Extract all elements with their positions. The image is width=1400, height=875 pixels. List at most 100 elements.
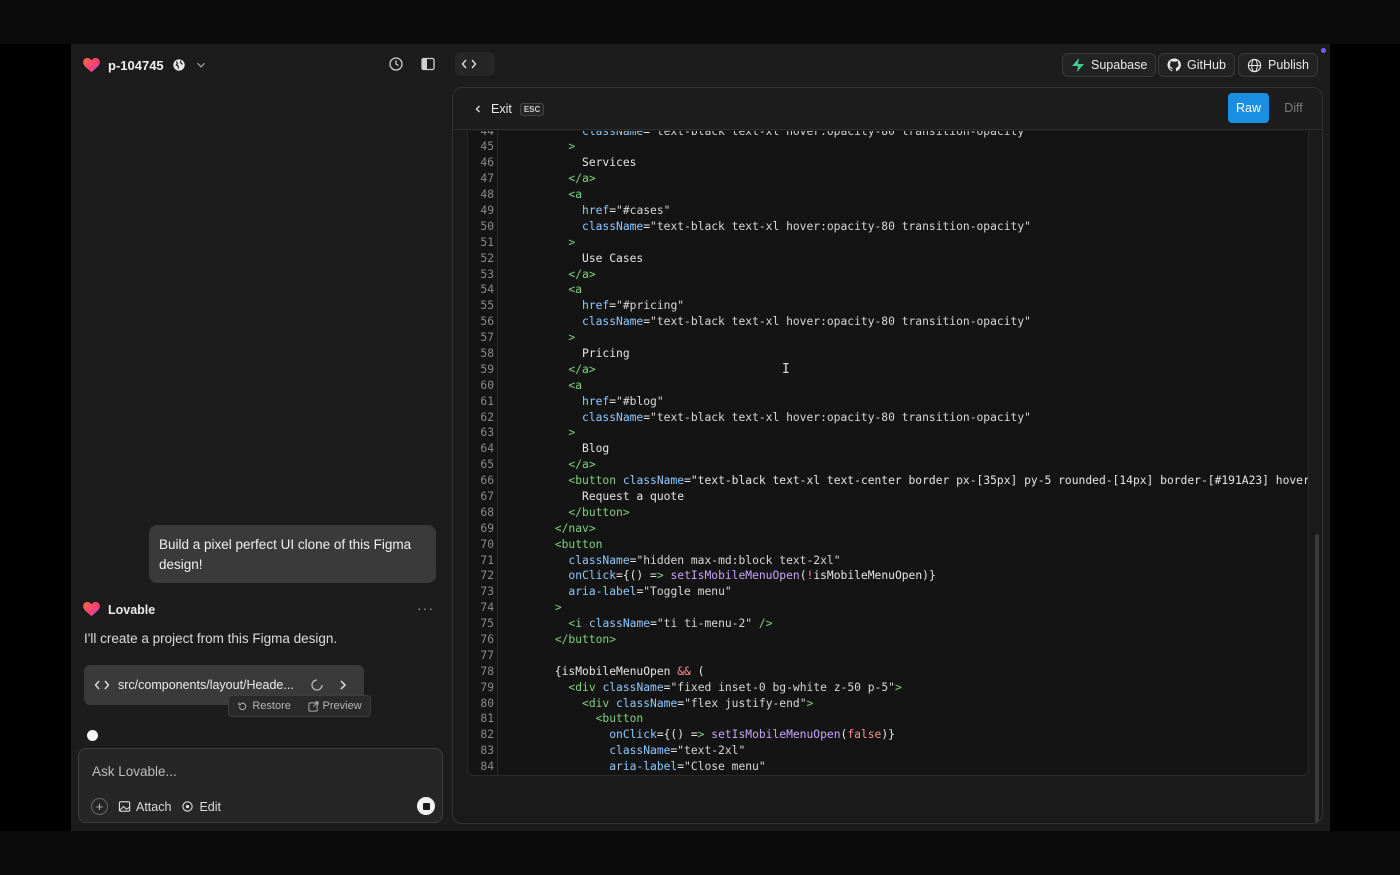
line-number: 48 [480, 188, 494, 202]
line-code: <a [568, 283, 583, 297]
line-number: 46 [480, 156, 494, 170]
line-code: href="#blog" [582, 394, 664, 408]
message-more-button[interactable]: ··· [417, 600, 434, 616]
line-code: aria-label="Toggle menu" [568, 585, 732, 599]
line-number: 63 [480, 426, 494, 440]
line-code: onClick={() => setIsMobileMenuOpen(false… [609, 728, 895, 742]
code-editor[interactable]: 44 className="text-black text-xl hover:o… [467, 131, 1309, 776]
code-view-toggle[interactable] [455, 52, 495, 76]
plus-icon[interactable]: + [91, 798, 108, 815]
code-line: 83 className="text-2xl" [468, 743, 1308, 759]
project-name: p-104745 [108, 57, 164, 73]
code-line: 80 <div className="flex justify-end"> [468, 696, 1308, 712]
line-number: 83 [480, 744, 494, 758]
line-number: 45 [480, 140, 494, 154]
code-line: 46 Services [468, 155, 1308, 171]
project-selector[interactable]: p-104745 [83, 56, 208, 74]
code-line: 76 </button> [468, 632, 1308, 648]
stop-button[interactable] [417, 797, 435, 815]
line-number: 73 [480, 585, 494, 599]
github-button[interactable]: GitHub [1158, 53, 1235, 77]
publish-button[interactable]: Publish [1238, 53, 1318, 77]
code-line: 56 className="text-black text-xl hover:o… [468, 314, 1308, 330]
code-line: 48 <a [468, 187, 1308, 203]
line-number: 80 [480, 696, 494, 710]
publish-label: Publish [1268, 58, 1309, 72]
screen-top-border [0, 0, 1400, 44]
line-number: 69 [480, 521, 494, 535]
code-line: 71 className="hidden max-md:block text-2… [468, 553, 1308, 569]
line-number: 60 [480, 378, 494, 392]
restore-action[interactable]: Restore [237, 700, 291, 712]
file-card-tooltip: Restore Preview [228, 695, 371, 717]
history-icon[interactable] [388, 56, 404, 72]
code-line: 61 href="#blog" [468, 394, 1308, 410]
notification-dot [1321, 48, 1326, 53]
code-line: 57 > [468, 330, 1308, 346]
diff-tab[interactable]: Diff [1275, 93, 1312, 123]
line-number: 52 [480, 251, 494, 265]
line-number: 50 [480, 219, 494, 233]
line-number: 76 [480, 633, 494, 646]
editor-scrollbar[interactable] [1315, 534, 1319, 823]
line-code: </a> [568, 267, 596, 281]
code-line: 81 <button [468, 711, 1308, 727]
supabase-label: Supabase [1091, 58, 1148, 72]
raw-tab[interactable]: Raw [1228, 93, 1269, 123]
line-code: className="text-black text-xl hover:opac… [582, 315, 1031, 329]
chat-composer[interactable]: Ask Lovable... + Attach Edit [78, 748, 443, 823]
code-line: 75 <i className="ti ti-menu-2" /> [468, 616, 1308, 632]
code-line: 69 </nav> [468, 521, 1308, 537]
github-label: GitHub [1187, 58, 1226, 72]
line-number: 82 [480, 728, 494, 742]
line-code: <div className="fixed inset-0 bg-white z… [568, 680, 902, 694]
line-code: <a [568, 188, 583, 202]
line-code: </nav> [554, 521, 596, 535]
edit-label: Edit [199, 799, 221, 814]
exit-button[interactable]: Exit ESC [473, 102, 545, 116]
line-number: 84 [480, 760, 494, 774]
code-line: 66 <button className="text-black text-xl… [468, 473, 1308, 489]
code-line: 82 onClick={() => setIsMobileMenuOpen(fa… [468, 727, 1308, 743]
preview-icon [307, 700, 319, 712]
composer-tools: + Attach Edit [91, 798, 221, 815]
code-line: 65 </a> [468, 457, 1308, 473]
line-code: Pricing [514, 346, 630, 360]
chat-input[interactable]: Ask Lovable... [92, 764, 177, 779]
supabase-button[interactable]: Supabase [1062, 53, 1157, 77]
line-number: 77 [480, 648, 494, 662]
exit-label: Exit [491, 102, 512, 116]
line-number: 56 [480, 315, 494, 329]
line-code: </a> [568, 362, 596, 376]
attach-button[interactable]: Attach [118, 800, 171, 814]
line-number: 78 [480, 664, 494, 678]
supabase-icon [1072, 58, 1084, 72]
line-code: {isMobileMenuOpen && ( [514, 664, 705, 678]
chevron-right-icon[interactable] [332, 678, 354, 692]
github-icon [1167, 58, 1181, 72]
preview-action[interactable]: Preview [307, 700, 362, 712]
assistant-name: Lovable [108, 602, 156, 617]
line-code: Blog [514, 442, 610, 456]
code-line: 79 <div className="fixed inset-0 bg-whit… [468, 680, 1308, 696]
line-number: 67 [480, 489, 494, 503]
edit-button[interactable]: Edit [181, 800, 221, 814]
line-code: aria-label="Close menu" [609, 760, 766, 774]
line-code: > [554, 601, 562, 615]
line-number: 49 [480, 203, 494, 217]
esc-shortcut: ESC [519, 102, 545, 116]
heart-logo-icon [83, 57, 100, 72]
text-cursor: I [782, 362, 790, 377]
code-line: 72 onClick={() => setIsMobileMenuOpen(!i… [468, 568, 1308, 584]
line-code: <button [554, 537, 603, 551]
line-number: 44 [480, 131, 494, 138]
edit-target-icon [182, 801, 194, 812]
line-number: 57 [480, 331, 494, 345]
code-line: 74 > [468, 600, 1308, 616]
assistant-message: I'll create a project from this Figma de… [84, 631, 338, 646]
line-code: </button> [568, 505, 630, 519]
stop-icon [422, 802, 430, 810]
line-number: 54 [480, 283, 494, 297]
line-number: 66 [480, 474, 494, 488]
sidebar-icon[interactable] [420, 56, 436, 72]
